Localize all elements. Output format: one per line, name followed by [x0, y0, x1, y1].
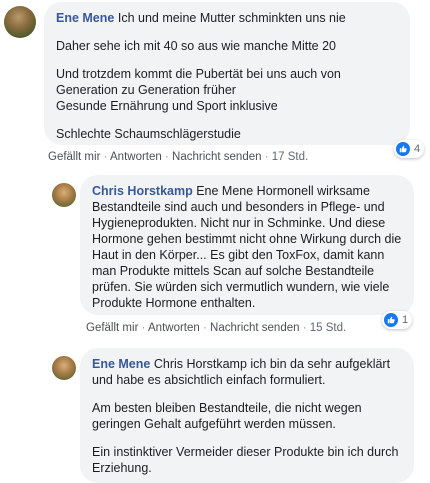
reaction-number: 1 — [402, 314, 409, 326]
comment-bubble: Chris Horstkamp Ene Mene Hormonell wirks… — [80, 175, 414, 315]
reaction-number: 4 — [414, 143, 421, 155]
comment-text: Ich und meine Mutter schminkten uns nie — [117, 11, 346, 25]
comment-text: Am besten bleiben Bestandteile, die nich… — [92, 401, 362, 431]
comment-text: Ene Mene Hormonell wirksame Bestandteile… — [92, 184, 402, 310]
like-thumb-icon — [396, 142, 410, 156]
comment-bubble: Ene Mene Chris Horstkamp ich bin da sehr… — [80, 348, 414, 483]
comment-author[interactable]: Ene Mene — [92, 357, 150, 371]
comment-text: Und trotzdem kommt die Pubertät bei uns … — [56, 67, 341, 113]
avatar[interactable] — [4, 6, 36, 38]
reply-link[interactable]: Antworten — [110, 151, 162, 163]
comment-text: Daher sehe ich mit 40 so aus wie manche … — [56, 39, 336, 53]
avatar[interactable] — [52, 183, 76, 207]
comment-text: Schlechte Schaumschlägerstudie — [56, 127, 241, 141]
reply-link[interactable]: Antworten — [148, 322, 200, 334]
like-thumb-icon — [384, 313, 398, 327]
comment-author[interactable]: Chris Horstkamp — [92, 184, 193, 198]
timestamp[interactable]: 15 Std. — [310, 322, 346, 334]
comment-bubble: Ene Mene Ich und meine Mutter schminkten… — [44, 2, 410, 145]
message-link[interactable]: Nachricht senden — [210, 322, 300, 334]
like-link[interactable]: Gefällt mir — [48, 151, 100, 163]
comment-author[interactable]: Ene Mene — [56, 11, 114, 25]
comment-actions: Gefällt mir · Antworten · Nachricht send… — [48, 151, 309, 163]
timestamp[interactable]: 17 Std. — [272, 151, 308, 163]
comment-actions: Gefällt mir · Antworten · Nachricht send… — [86, 322, 347, 334]
reaction-count[interactable]: 1 — [382, 311, 413, 329]
like-link[interactable]: Gefällt mir — [86, 322, 138, 334]
message-link[interactable]: Nachricht senden — [172, 151, 262, 163]
avatar[interactable] — [52, 356, 76, 380]
comment-text: Ein instinktiver Vermeider dieser Produk… — [92, 445, 399, 475]
reaction-count[interactable]: 4 — [394, 140, 425, 158]
